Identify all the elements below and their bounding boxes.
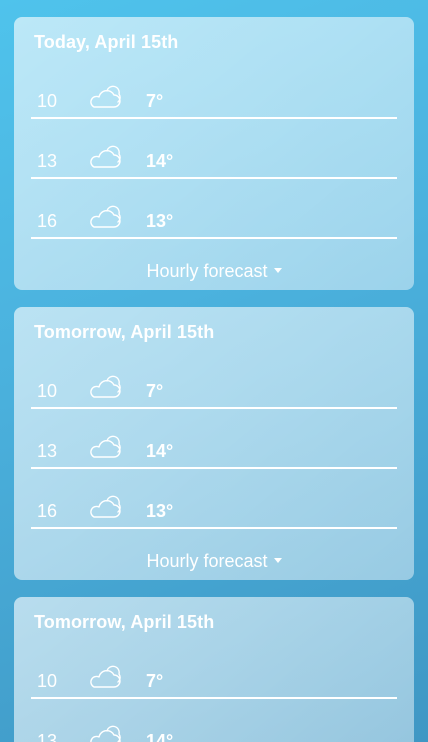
forecast-scroll-area[interactable]: Today, April 15th 10 7° 13 14° 16 13° Ho… xyxy=(0,0,428,742)
cloud-sun-icon xyxy=(90,725,124,742)
hour-time: 13 xyxy=(37,441,58,461)
caret-down-icon xyxy=(273,557,282,563)
hour-temperature: 7° xyxy=(146,381,164,401)
row-divider xyxy=(31,237,397,239)
caret-down-icon xyxy=(273,267,282,273)
cloud-sun-icon xyxy=(90,435,124,461)
cloud-sun-icon xyxy=(90,145,124,171)
hour-row: 10 7° xyxy=(31,77,397,137)
day-card-tomorrow: Tomorrow, April 15th 10 7° 13 14° 16 13° xyxy=(14,307,414,580)
cloud-sun-icon xyxy=(90,665,124,691)
hourly-forecast-label: Hourly forecast xyxy=(146,261,268,281)
hour-row: 10 7° xyxy=(31,367,397,427)
hour-row: 13 14° xyxy=(31,137,397,197)
hour-time: 13 xyxy=(37,151,58,171)
hourly-forecast-toggle[interactable]: Hourly forecast xyxy=(14,551,414,572)
hour-row: 16 13° xyxy=(31,197,397,257)
cloud-sun-icon xyxy=(90,85,124,111)
row-divider xyxy=(31,117,397,119)
row-divider xyxy=(31,407,397,409)
hour-row: 10 7° xyxy=(31,657,397,717)
hour-temperature: 14° xyxy=(146,731,174,742)
hour-time: 13 xyxy=(37,731,58,742)
row-divider xyxy=(31,467,397,469)
day-card-tomorrow-2: Tomorrow, April 15th 10 7° 13 14° xyxy=(14,597,414,742)
hour-time: 10 xyxy=(37,671,58,691)
hourly-forecast-toggle[interactable]: Hourly forecast xyxy=(14,261,414,282)
cloud-sun-icon xyxy=(90,375,124,401)
hour-temperature: 13° xyxy=(146,211,174,231)
hour-row: 13 14° xyxy=(31,427,397,487)
hour-row: 13 14° xyxy=(31,717,397,742)
row-divider xyxy=(31,697,397,699)
hour-temperature: 7° xyxy=(146,91,164,111)
day-title: Tomorrow, April 15th xyxy=(34,612,215,632)
day-card-today: Today, April 15th 10 7° 13 14° 16 13° Ho… xyxy=(14,17,414,290)
hourly-forecast-label: Hourly forecast xyxy=(146,551,268,571)
hour-temperature: 14° xyxy=(146,151,174,171)
cloud-sun-icon xyxy=(90,205,124,231)
hour-time: 16 xyxy=(37,211,58,231)
day-title: Tomorrow, April 15th xyxy=(34,322,215,342)
hour-row: 16 13° xyxy=(31,487,397,547)
cloud-sun-icon xyxy=(90,495,124,521)
day-title: Today, April 15th xyxy=(34,32,179,52)
hour-time: 10 xyxy=(37,381,58,401)
row-divider xyxy=(31,177,397,179)
hour-temperature: 14° xyxy=(146,441,174,461)
hour-temperature: 13° xyxy=(146,501,174,521)
hour-time: 16 xyxy=(37,501,58,521)
hour-temperature: 7° xyxy=(146,671,164,691)
row-divider xyxy=(31,527,397,529)
hour-time: 10 xyxy=(37,91,58,111)
